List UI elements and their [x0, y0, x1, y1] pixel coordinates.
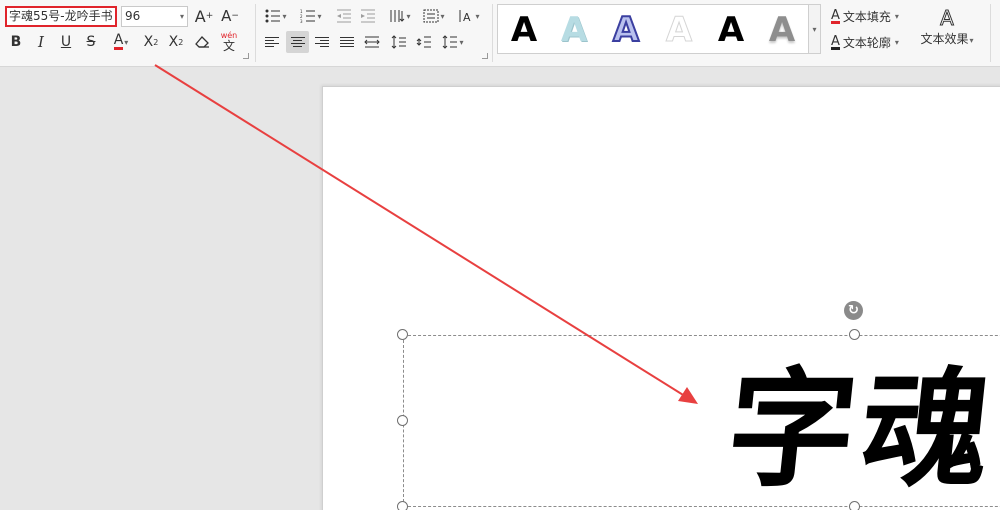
- chevron-down-icon: ▾: [894, 38, 899, 47]
- resize-handle-left[interactable]: [397, 415, 408, 426]
- text-style-gallery: A A A A A A: [497, 4, 809, 54]
- chevron-down-icon: ▾: [179, 12, 184, 21]
- clear-format-button[interactable]: [193, 32, 213, 52]
- italic-button[interactable]: I: [31, 32, 51, 52]
- underline-button[interactable]: U: [56, 32, 76, 52]
- text-outline-label: 文本轮廓: [842, 36, 891, 50]
- decrease-indent-icon: [337, 9, 351, 23]
- separator: [990, 4, 991, 62]
- separator: [255, 4, 256, 62]
- shrink-font-icon: A: [221, 7, 232, 25]
- resize-handle-top[interactable]: [849, 329, 860, 340]
- increase-indent-icon: [361, 9, 375, 23]
- superscript-mark: 2: [153, 37, 159, 47]
- text-style-item[interactable]: A: [659, 11, 699, 50]
- spacing-options-button[interactable]: ▾: [438, 32, 468, 52]
- text-style-item[interactable]: A: [711, 11, 751, 49]
- svg-text:3: 3: [300, 19, 303, 23]
- align-box-icon: [423, 9, 439, 23]
- decrease-indent-button[interactable]: [334, 6, 354, 26]
- align-center-button[interactable]: [286, 31, 309, 53]
- phonetic-bottom: 文: [222, 39, 235, 53]
- chevron-down-icon: ▾: [894, 12, 899, 21]
- strikethrough-button[interactable]: S: [81, 32, 101, 52]
- text-fill-icon: A: [831, 7, 840, 24]
- resize-handle-top-left[interactable]: [397, 329, 408, 340]
- grow-font-icon: A: [194, 6, 206, 26]
- vertical-text-icon: A: [459, 10, 471, 23]
- font-color-icon: A: [113, 32, 124, 50]
- increase-indent-button[interactable]: [358, 6, 378, 26]
- text-effect-label: 文本效果: [920, 32, 969, 46]
- superscript-button[interactable]: X2: [140, 32, 162, 52]
- font-name-select[interactable]: 字魂55号-龙吟手书: [5, 6, 117, 27]
- font-size-value: 96: [125, 9, 141, 23]
- text-fill-label: 文本填充: [842, 10, 891, 24]
- font-name-value: 字魂55号-龙吟手书: [9, 9, 113, 23]
- subscript-mark: 2: [178, 37, 184, 47]
- align-text-button[interactable]: ▾: [420, 6, 448, 26]
- paragraph-spacing-button[interactable]: [414, 32, 434, 52]
- numbering-button[interactable]: 1 2 3 ▾: [297, 6, 325, 26]
- distribute-button[interactable]: [362, 32, 382, 52]
- shrink-font-button[interactable]: A −: [220, 6, 240, 26]
- ribbon-toolbar: 字魂55号-龙吟手书 96 ▾ A + A − B I U S A ▾ X2 X2 w…: [0, 0, 1000, 67]
- vertical-text-button[interactable]: A ▾: [455, 6, 483, 26]
- justify-icon: [340, 37, 354, 47]
- rotate-handle-icon[interactable]: ↻: [844, 301, 863, 320]
- text-effect-button[interactable]: A 文本效果▾: [916, 6, 978, 54]
- align-left-button[interactable]: [262, 32, 282, 52]
- separator: [492, 4, 493, 62]
- columns-icon: [390, 10, 405, 22]
- chevron-down-icon: ▾: [812, 24, 817, 34]
- text-outline-icon: A: [831, 33, 840, 50]
- align-right-icon: [315, 37, 329, 47]
- justify-button[interactable]: [337, 32, 357, 52]
- italic-icon: I: [38, 33, 44, 51]
- subscript-button[interactable]: X2: [165, 32, 187, 52]
- text-style-item[interactable]: A: [762, 11, 802, 49]
- resize-handle-bottom-left[interactable]: [397, 501, 408, 510]
- text-style-item[interactable]: A: [554, 11, 594, 49]
- align-center-icon: [290, 37, 305, 47]
- text-effect-icon: A: [940, 6, 955, 31]
- font-color-button[interactable]: A ▾: [106, 32, 136, 52]
- grow-font-button[interactable]: A +: [194, 6, 214, 26]
- superscript-icon: X: [143, 34, 154, 50]
- numbered-list-icon: 123: [300, 9, 316, 23]
- svg-text:A: A: [463, 11, 471, 23]
- underline-icon: U: [60, 34, 72, 50]
- strikethrough-icon: S: [86, 34, 96, 50]
- gallery-scroll-button[interactable]: ▾: [809, 4, 821, 54]
- text-box-content[interactable]: 字魂: [720, 355, 1000, 505]
- text-fill-button[interactable]: A 文本填充 ▾: [831, 8, 899, 25]
- spacing-options-icon: [443, 35, 458, 49]
- text-direction-button[interactable]: ▾: [386, 6, 414, 26]
- eraser-icon: [195, 36, 209, 48]
- bold-icon: B: [10, 34, 22, 50]
- line-spacing-icon: [391, 35, 406, 49]
- font-size-select[interactable]: 96 ▾: [121, 6, 188, 27]
- bullets-button[interactable]: ▾: [262, 6, 290, 26]
- distribute-icon: [364, 36, 380, 48]
- align-right-button[interactable]: [312, 32, 332, 52]
- font-dialog-launcher[interactable]: [243, 53, 249, 59]
- bullet-list-icon: [265, 9, 281, 23]
- text-style-item[interactable]: A: [504, 11, 544, 49]
- text-outline-button[interactable]: A 文本轮廓 ▾: [831, 34, 899, 51]
- line-spacing-button[interactable]: [389, 32, 409, 52]
- subscript-icon: X: [168, 34, 179, 50]
- bold-button[interactable]: B: [6, 32, 26, 52]
- phonetic-guide-button[interactable]: wén 文: [217, 30, 241, 54]
- text-style-item[interactable]: A: [606, 10, 646, 50]
- paragraph-spacing-icon: [416, 36, 431, 48]
- align-left-icon: [265, 37, 279, 47]
- paragraph-dialog-launcher[interactable]: [482, 53, 488, 59]
